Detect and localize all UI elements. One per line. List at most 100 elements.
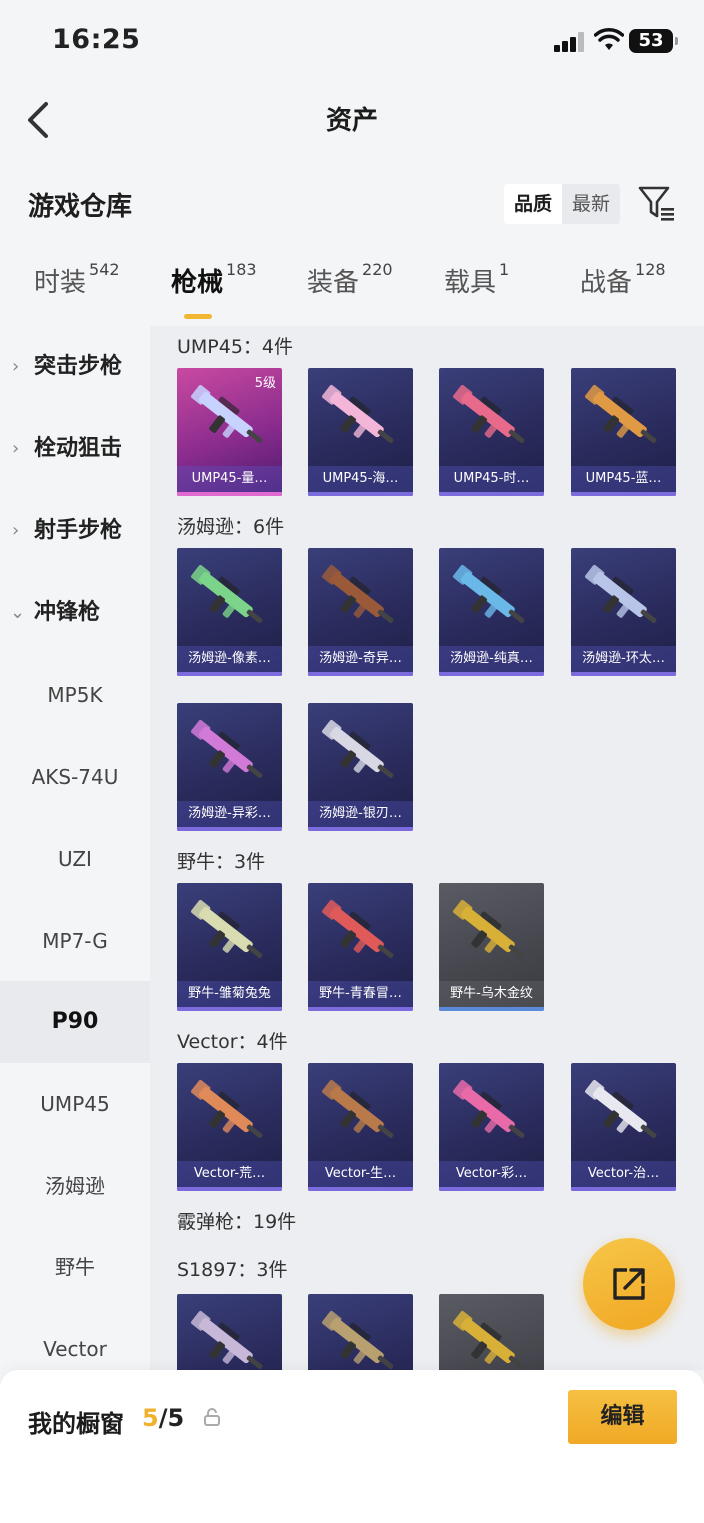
sidebar-item-uzi[interactable]: UZI (0, 818, 150, 900)
sort-quality[interactable]: 品质 (504, 184, 562, 224)
gun-icon (191, 900, 263, 958)
level-badge: 5级 (254, 376, 276, 391)
weapon-card[interactable] (177, 1294, 282, 1370)
weapon-card[interactable]: Vector-生… (308, 1063, 413, 1191)
sort-newest[interactable]: 最新 (562, 184, 620, 224)
weapon-card[interactable]: Vector-彩… (439, 1063, 544, 1191)
gun-icon (191, 1080, 263, 1138)
group-title: S1897：3件 (177, 1259, 288, 1281)
sidebar-item-thompson[interactable]: 汤姆逊 (0, 1145, 150, 1227)
sidebar-group-smg[interactable]: ⌄ 冲锋枪 (0, 572, 150, 654)
weapon-card[interactable]: UMP45-海… (308, 368, 413, 496)
gun-icon (453, 1080, 525, 1138)
gun-icon (322, 1311, 394, 1369)
sidebar-item-p90[interactable]: P90 (0, 981, 150, 1063)
weapon-name: Vector-彩… (439, 1161, 544, 1187)
weapon-card[interactable]: 野牛-青春冒… (308, 883, 413, 1011)
group-title: UMP45：4件 (177, 336, 294, 358)
tab-guns[interactable]: 枪械 183 (171, 260, 257, 299)
weapon-name: UMP45-蓝… (571, 466, 676, 492)
weapon-name: 汤姆逊-环太… (571, 646, 676, 672)
gun-icon (322, 565, 394, 623)
weapon-card[interactable]: UMP45-蓝… (571, 368, 676, 496)
sidebar-group-bolt-snipers[interactable]: › 栓动狙击 (0, 408, 150, 490)
showcase-bar: 我的橱窗 5/5 编辑 (0, 1370, 704, 1523)
sidebar-item-mp5k[interactable]: MP5K (0, 654, 150, 736)
rarity-stripe (439, 1187, 544, 1191)
rarity-stripe (308, 492, 413, 496)
gun-icon (322, 900, 394, 958)
weapon-card[interactable]: Vector-治… (571, 1063, 676, 1191)
rarity-stripe (308, 827, 413, 831)
rarity-stripe (308, 1007, 413, 1011)
rarity-stripe (571, 1187, 676, 1191)
weapon-grid: UMP45：4件 5级 UMP45-量… UMP45-海… UMP45-时… UMP45-… (150, 326, 704, 1370)
weapon-card[interactable]: 汤姆逊-环太… (571, 548, 676, 676)
sidebar-group-assault-rifles[interactable]: › 突击步枪 (0, 326, 150, 408)
rarity-stripe (177, 492, 282, 496)
tab-equipment[interactable]: 装备 220 (307, 260, 393, 299)
tab-vehicles[interactable]: 载具 1 (444, 260, 509, 299)
gun-icon (453, 1311, 525, 1369)
share-icon (613, 1268, 645, 1300)
weapon-name: 汤姆逊-像素… (177, 646, 282, 672)
weapon-card[interactable]: 汤姆逊-奇异… (308, 548, 413, 676)
weapon-card[interactable]: 汤姆逊-纯真… (439, 548, 544, 676)
lock-icon (204, 1408, 220, 1426)
filter-icon[interactable] (637, 184, 677, 224)
weapon-name: 汤姆逊-奇异… (308, 646, 413, 672)
group-title: 野牛：3件 (177, 851, 266, 873)
gun-icon (585, 1080, 657, 1138)
sidebar-item-vector[interactable]: Vector (0, 1308, 150, 1370)
weapon-card[interactable] (439, 1294, 544, 1370)
tab-fashion[interactable]: 时装 542 (34, 260, 120, 299)
tab-supplies[interactable]: 战备 128 (580, 260, 666, 299)
rarity-stripe (439, 1007, 544, 1011)
signal-icon (554, 32, 588, 52)
rarity-stripe (177, 827, 282, 831)
weapon-card[interactable]: 5级 UMP45-量… (177, 368, 282, 496)
weapon-card[interactable]: 汤姆逊-异彩… (177, 703, 282, 831)
weapon-card[interactable] (308, 1294, 413, 1370)
gun-icon (322, 720, 394, 778)
weapon-name: UMP45-量… (177, 466, 282, 492)
sort-toggle[interactable]: 品质 最新 (504, 184, 620, 224)
gun-icon (191, 720, 263, 778)
weapon-card[interactable]: Vector-荒… (177, 1063, 282, 1191)
sidebar-item-bizon[interactable]: 野牛 (0, 1226, 150, 1308)
gun-icon (453, 565, 525, 623)
share-button[interactable] (583, 1238, 675, 1330)
weapon-name: 汤姆逊-纯真… (439, 646, 544, 672)
weapon-card[interactable]: 野牛-乌木金纹 (439, 883, 544, 1011)
weapon-name: Vector-荒… (177, 1161, 282, 1187)
showcase-title: 我的橱窗 (28, 1410, 124, 1438)
weapon-card[interactable]: 汤姆逊-银刃… (308, 703, 413, 831)
sidebar-group-marksman[interactable]: › 射手步枪 (0, 490, 150, 572)
weapon-name: 野牛-乌木金纹 (439, 981, 544, 1007)
sidebar-item-aks74u[interactable]: AKS-74U (0, 736, 150, 818)
rarity-stripe (177, 1187, 282, 1191)
rarity-stripe (439, 492, 544, 496)
warehouse-title: 游戏仓库 (28, 192, 133, 222)
weapon-card[interactable]: 野牛-雏菊兔兔 (177, 883, 282, 1011)
weapon-name: 野牛-雏菊兔兔 (177, 981, 282, 1007)
battery-icon: 53 (629, 29, 678, 53)
weapon-name: 野牛-青春冒… (308, 981, 413, 1007)
sidebar-item-ump45[interactable]: UMP45 (0, 1063, 150, 1145)
rarity-stripe (439, 672, 544, 676)
chevron-right-icon: › (12, 356, 20, 377)
sidebar-item-mp7g[interactable]: MP7-G (0, 900, 150, 982)
weapon-name: Vector-生… (308, 1161, 413, 1187)
gun-icon (191, 1311, 263, 1369)
weapon-name: 汤姆逊-异彩… (177, 801, 282, 827)
weapon-card[interactable]: UMP45-时… (439, 368, 544, 496)
weapon-card[interactable]: 汤姆逊-像素… (177, 548, 282, 676)
rarity-stripe (308, 672, 413, 676)
edit-button[interactable]: 编辑 (568, 1390, 677, 1444)
gun-icon (322, 1080, 394, 1138)
rarity-stripe (571, 672, 676, 676)
weapon-name: UMP45-海… (308, 466, 413, 492)
weapon-type-sidebar: › 突击步枪 › 栓动狙击 › 射手步枪 ⌄ 冲锋枪 MP5K AKS-74U UZI … (0, 326, 150, 1370)
gun-icon (453, 385, 525, 443)
chevron-right-icon: › (12, 438, 20, 459)
